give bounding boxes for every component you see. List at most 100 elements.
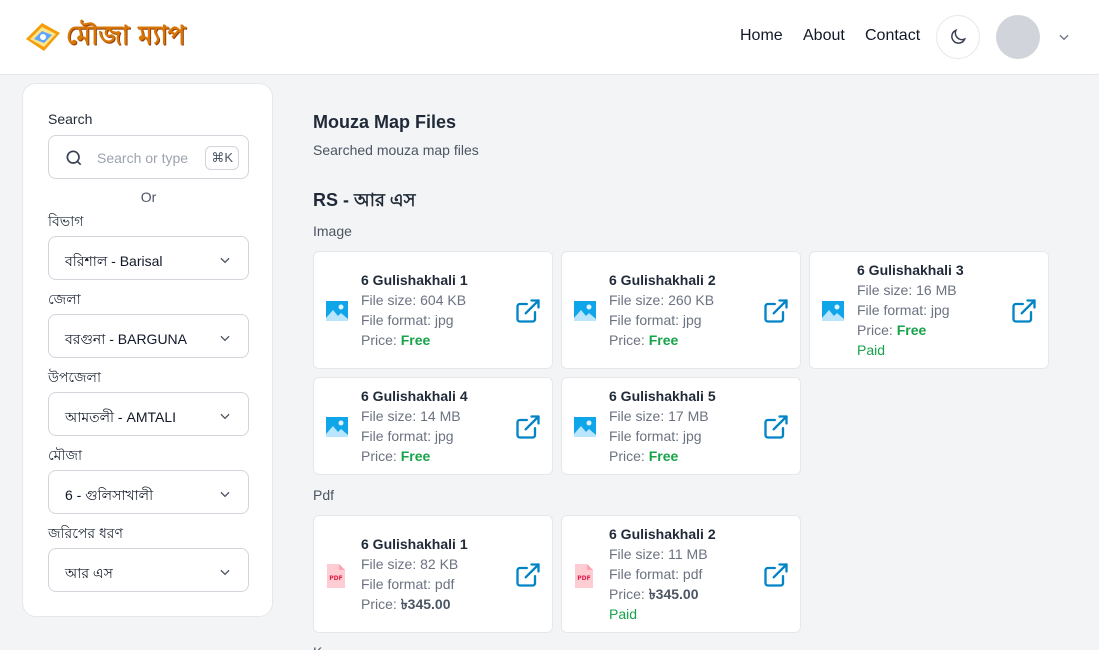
chevron-down-icon — [220, 413, 230, 420]
price-value: ৳345.00 — [648, 586, 699, 602]
file-name: 6 Gulishakhali 4 — [361, 388, 468, 404]
file-card[interactable]: 6 Gulishakhali 2 File size: 260 KB File fo… — [561, 251, 801, 369]
nav-contact-link[interactable]: Contact — [865, 27, 920, 45]
file-format: File format: pdf — [361, 576, 455, 592]
survey-type-select[interactable]: আর এস — [48, 548, 249, 592]
image-group-label: Image — [313, 223, 352, 239]
file-info: 6 Gulishakhali 1 File size: 82 KB File for… — [361, 534, 468, 614]
mouza-value: 6 - গুলিসাখালী — [65, 487, 154, 503]
file-card[interactable]: PDF 6 Gulishakhali 2 File size: 11 MB File … — [561, 515, 801, 633]
svg-text:PDF: PDF — [577, 575, 590, 582]
nav-home-link[interactable]: Home — [740, 27, 783, 45]
file-info: 6 Gulishakhali 2 File size: 11 MB File for… — [609, 524, 716, 624]
file-info: 6 Gulishakhali 4 File size: 14 MB File for… — [361, 386, 468, 466]
search-label: Search — [48, 111, 93, 127]
search-placeholder: Search or type — [97, 150, 189, 166]
open-link-icon[interactable] — [762, 413, 790, 446]
shortcut-badge: ⌘K — [205, 146, 239, 170]
svg-text:PDF: PDF — [329, 575, 342, 582]
survey-section-title: RS - আর এস — [313, 190, 416, 210]
search-icon — [66, 150, 82, 166]
file-name: 6 Gulishakhali 1 — [361, 536, 468, 552]
division-select[interactable]: বরিশাল - Barisal — [48, 236, 249, 280]
mouza-select[interactable]: 6 - গুলিসাখালী — [48, 470, 249, 514]
price-label: Price: — [609, 586, 645, 602]
image-file-icon — [325, 299, 349, 328]
file-size: File size: 16 MB — [857, 282, 957, 298]
open-link-icon[interactable] — [762, 561, 790, 594]
nav-about-link[interactable]: About — [803, 27, 845, 45]
page-subtitle: Searched mouza map files — [313, 142, 479, 158]
price-value: Free — [648, 332, 679, 348]
file-size: File size: 11 MB — [609, 546, 708, 562]
price-label: Price: — [361, 332, 397, 348]
price-label: Price: — [361, 448, 397, 464]
file-price: Price: Free — [609, 330, 716, 350]
chevron-down-icon — [220, 569, 230, 576]
survey-type-value: আর এস — [65, 565, 113, 581]
upazila-value: আমতলী - AMTALI — [65, 409, 177, 425]
open-link-icon[interactable] — [1010, 297, 1038, 330]
chevron-down-icon — [220, 257, 230, 264]
file-format: File format: jpg — [361, 428, 454, 444]
file-info: 6 Gulishakhali 5 File size: 17 MB File for… — [609, 386, 716, 466]
file-card[interactable]: 6 Gulishakhali 5 File size: 17 MB File for… — [561, 377, 801, 475]
file-name: 6 Gulishakhali 3 — [857, 262, 964, 278]
file-name: 6 Gulishakhali 2 — [609, 272, 716, 288]
file-format: File format: pdf — [609, 566, 703, 582]
file-card[interactable]: 6 Gulishakhali 1 File size: 604 KB File fo… — [313, 251, 553, 369]
image-file-icon — [573, 415, 597, 444]
file-price: Price: ৳345.00 — [361, 594, 468, 614]
mouza-label: মৌজা — [48, 447, 83, 463]
upazila-select[interactable]: আমতলী - AMTALI — [48, 392, 249, 436]
file-price: Price: Free — [361, 330, 468, 350]
file-name: 6 Gulishakhali 5 — [609, 388, 716, 404]
file-name: 6 Gulishakhali 1 — [361, 272, 468, 288]
paid-status: Paid — [857, 342, 886, 358]
price-label: Price: — [609, 332, 645, 348]
chevron-down-icon — [220, 335, 230, 342]
file-size: File size: 604 KB — [361, 292, 467, 308]
open-link-icon[interactable] — [514, 297, 542, 330]
file-price: Price: Free — [857, 320, 964, 340]
image-file-icon — [573, 299, 597, 328]
file-card[interactable]: 6 Gulishakhali 3 File size: 16 MB File for… — [809, 251, 1049, 369]
file-card[interactable]: PDF 6 Gulishakhali 1 File size: 82 KB File … — [313, 515, 553, 633]
or-divider: Or — [140, 189, 157, 205]
site-logo[interactable]: মৌজা ম্যাপ — [24, 17, 185, 57]
file-format: File format: jpg — [609, 312, 702, 328]
district-value: বরগুনা - BARGUNA — [65, 331, 188, 347]
paid-status: Paid — [609, 606, 638, 622]
moon-icon — [951, 28, 967, 44]
file-card[interactable]: 6 Gulishakhali 4 File size: 14 MB File for… — [313, 377, 553, 475]
price-value: Free — [400, 448, 431, 464]
open-link-icon[interactable] — [514, 561, 542, 594]
logo-text: মৌজা ম্যাপ — [66, 21, 186, 51]
chevron-down-icon — [220, 491, 230, 498]
theme-toggle-button[interactable] — [936, 15, 980, 59]
price-label: Price: — [361, 596, 397, 612]
file-size: File size: 14 MB — [361, 408, 461, 424]
file-size: File size: 17 MB — [609, 408, 709, 424]
file-info: 6 Gulishakhali 1 File size: 604 KB File fo… — [361, 270, 468, 350]
open-link-icon[interactable] — [762, 297, 790, 330]
pdf-file-icon: PDF — [573, 563, 595, 594]
price-label: Price: — [609, 448, 645, 464]
price-label: Price: — [857, 322, 893, 338]
survey-type-label: জরিপের ধরণ — [48, 525, 123, 541]
logo-map-icon — [24, 19, 62, 55]
file-format: File format: jpg — [361, 312, 454, 328]
page-title: Mouza Map Files — [313, 112, 457, 132]
user-avatar[interactable] — [996, 15, 1040, 59]
search-input[interactable]: Search or type ⌘K — [48, 135, 249, 179]
price-value: ৳345.00 — [400, 596, 451, 612]
division-label: বিভাগ — [48, 213, 84, 229]
price-value: Free — [896, 322, 927, 338]
chevron-down-icon[interactable] — [1057, 30, 1071, 44]
division-value: বরিশাল - Barisal — [65, 253, 163, 269]
price-value: Free — [400, 332, 431, 348]
pdf-group-label: Pdf — [313, 487, 335, 503]
upazila-label: উপজেলা — [48, 369, 102, 385]
open-link-icon[interactable] — [514, 413, 542, 446]
district-select[interactable]: বরগুনা - BARGUNA — [48, 314, 249, 358]
